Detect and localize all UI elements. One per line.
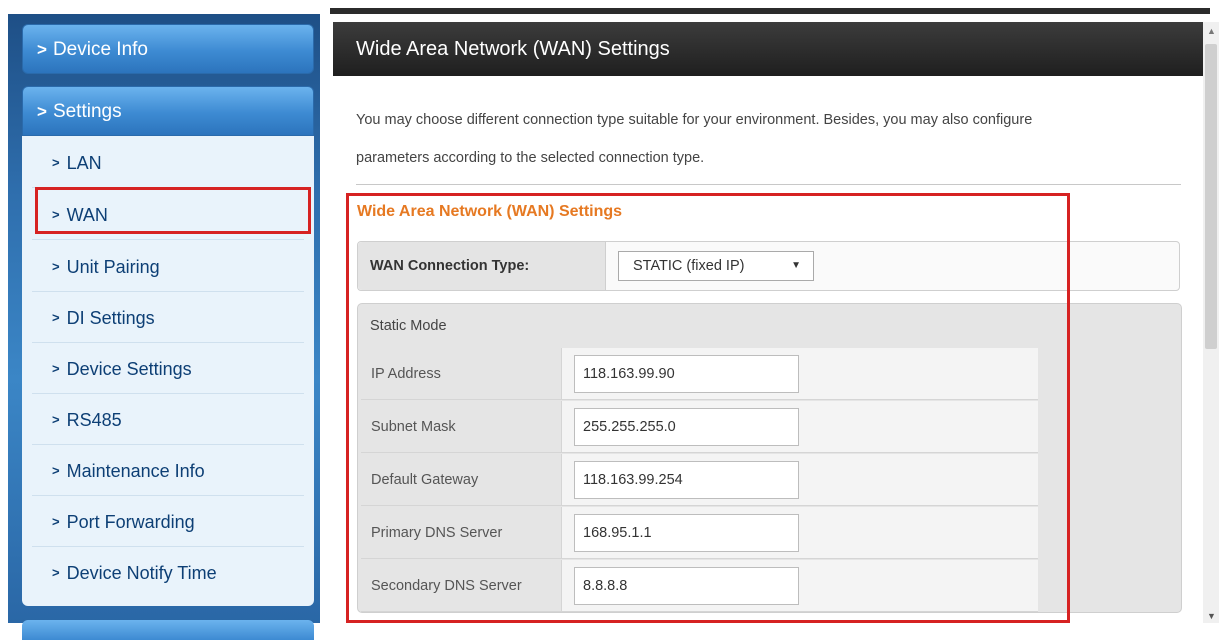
field-row-ip-address: IP Address 118.163.99.90 — [361, 348, 1038, 401]
static-mode-title: Static Mode — [370, 318, 447, 334]
divider — [356, 184, 1181, 185]
sidebar-item-rs485[interactable]: > RS485 — [32, 395, 304, 445]
scroll-up-icon[interactable]: ▲ — [1207, 26, 1216, 36]
chevron-right-icon: > — [52, 514, 60, 529]
field-row-secondary-dns: Secondary DNS Server 8.8.8.8 — [361, 560, 1038, 613]
chevron-right-icon: > — [52, 310, 60, 325]
select-value: STATIC (fixed IP) — [633, 258, 745, 274]
field-label: Subnet Mask — [361, 401, 561, 453]
wan-connection-type-label: WAN Connection Type: — [358, 242, 606, 290]
top-strip — [0, 0, 1219, 14]
chevron-right-icon: > — [52, 259, 60, 274]
default-gateway-input[interactable]: 118.163.99.254 — [574, 461, 799, 499]
scroll-down-icon[interactable]: ▼ — [1207, 611, 1216, 621]
static-mode-panel: Static Mode IP Address 118.163.99.90 Sub… — [357, 303, 1182, 613]
secondary-dns-input[interactable]: 8.8.8.8 — [574, 567, 799, 605]
sidebar-item-label: WAN — [66, 205, 108, 225]
chevron-right-icon: > — [52, 412, 60, 427]
subnet-mask-input[interactable]: 255.255.255.0 — [574, 408, 799, 446]
dropdown-arrow-icon: ▼ — [791, 260, 801, 271]
chevron-right-icon: > — [37, 40, 47, 59]
sidebar-item-label: RS485 — [66, 410, 122, 430]
sidebar-item-label: LAN — [66, 153, 102, 173]
sidebar-item-device-settings[interactable]: > Device Settings — [32, 344, 304, 394]
sidebar-head-settings[interactable]: > Settings — [22, 86, 314, 136]
sidebar-item-device-notify-time[interactable]: > Device Notify Time — [32, 548, 304, 598]
page-title: Wide Area Network (WAN) Settings — [333, 22, 1203, 76]
sidebar-head-device-info[interactable]: > Device Info — [22, 24, 314, 74]
ip-address-input[interactable]: 118.163.99.90 — [574, 355, 799, 393]
field-label: Primary DNS Server — [361, 507, 561, 559]
sidebar-item-di-settings[interactable]: > DI Settings — [32, 293, 304, 343]
sidebar-item-label: Device Settings — [66, 359, 192, 379]
sidebar-item-label: Device Notify Time — [66, 563, 217, 583]
wan-connection-type-select[interactable]: STATIC (fixed IP) ▼ — [618, 251, 814, 281]
field-label: Default Gateway — [361, 454, 561, 506]
settings-submenu: > LAN > WAN > Unit Pairing > DI Settings > De… — [22, 136, 314, 606]
sidebar-head-label: Device Info — [52, 39, 148, 60]
field-label: IP Address — [361, 348, 561, 400]
scrollbar-thumb[interactable] — [1205, 44, 1217, 349]
chevron-right-icon: > — [52, 463, 60, 478]
sidebar-item-label: Maintenance Info — [66, 461, 205, 481]
field-label: Secondary DNS Server — [361, 560, 561, 612]
description-line: You may choose different connection type… — [356, 112, 1033, 128]
chevron-right-icon: > — [52, 207, 60, 222]
chevron-right-icon: > — [52, 361, 60, 376]
field-row-primary-dns: Primary DNS Server 168.95.1.1 — [361, 507, 1038, 560]
sidebar-item-wan[interactable]: > WAN — [32, 190, 304, 240]
sidebar-head-label: Settings — [52, 101, 122, 122]
primary-dns-input[interactable]: 168.95.1.1 — [574, 514, 799, 552]
sidebar: > Device Info > Settings > LAN > WAN > Unit P… — [8, 14, 320, 640]
sidebar-item-label: Port Forwarding — [66, 512, 195, 532]
sidebar-item-lan[interactable]: > LAN — [32, 138, 304, 188]
sidebar-next-head[interactable] — [22, 620, 314, 640]
vertical-scrollbar[interactable]: ▲ ▼ — [1203, 22, 1219, 623]
field-row-subnet-mask: Subnet Mask 255.255.255.0 — [361, 401, 1038, 454]
field-row-default-gateway: Default Gateway 118.163.99.254 — [361, 454, 1038, 507]
section-title: Wide Area Network (WAN) Settings — [357, 203, 623, 220]
chevron-right-icon: > — [37, 102, 47, 121]
sidebar-item-label: DI Settings — [66, 308, 155, 328]
sidebar-item-port-forwarding[interactable]: > Port Forwarding — [32, 497, 304, 547]
sidebar-item-label: Unit Pairing — [66, 257, 160, 277]
sidebar-item-unit-pairing[interactable]: > Unit Pairing — [32, 242, 304, 292]
chevron-right-icon: > — [52, 565, 60, 580]
description-line: parameters according to the selected con… — [356, 150, 705, 166]
sidebar-item-maintenance-info[interactable]: > Maintenance Info — [32, 446, 304, 496]
chevron-right-icon: > — [52, 155, 60, 170]
wan-connection-type-row: WAN Connection Type: STATIC (fixed IP) ▼ — [357, 241, 1180, 291]
page-description: You may choose different connection type… — [356, 101, 1186, 177]
